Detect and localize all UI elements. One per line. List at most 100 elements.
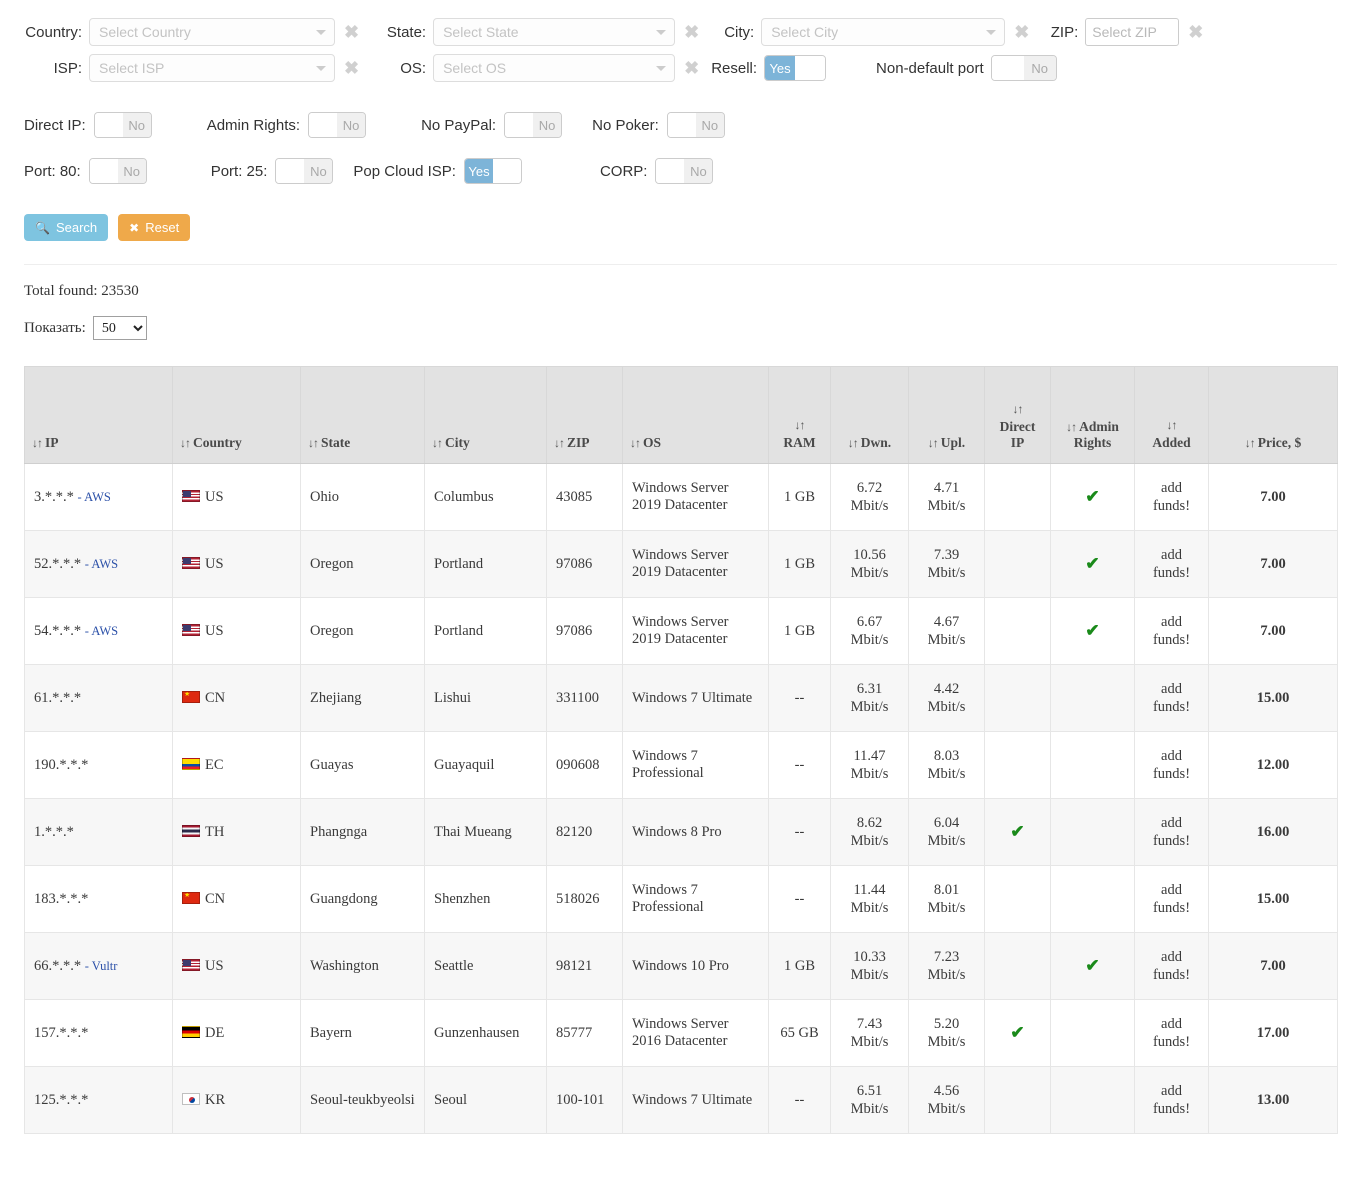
table-row[interactable]: 3.*.*.* - AWS US Ohio Columbus 43085 Windows … [24, 463, 1338, 531]
table-cell-ip[interactable]: 1.*.*.* [24, 798, 173, 866]
column-header-direct-ip[interactable]: ↓↑ Direct IP [984, 366, 1051, 464]
table-cell-added[interactable]: add funds! [1134, 1066, 1209, 1134]
table-cell-ip[interactable]: 183.*.*.* [24, 865, 173, 933]
country-select[interactable]: Select Country [89, 18, 335, 46]
sort-updown-icon: ↓↑ [554, 436, 565, 450]
column-header-city-label: City [445, 435, 470, 450]
pop-cloud-isp-toggle-value: Yes [464, 159, 493, 183]
no-poker-toggle[interactable]: No [666, 112, 725, 138]
sort-updown-icon: ↓↑ [432, 436, 443, 450]
toggle-direct-ip: Direct IP: No [24, 112, 152, 138]
table-cell-added[interactable]: add funds! [1134, 731, 1209, 799]
column-header-upl[interactable]: ↓↑ Upl. [908, 366, 985, 464]
table-cell-ip[interactable]: 3.*.*.* - AWS [24, 463, 173, 531]
table-cell-ip[interactable]: 54.*.*.* - AWS [24, 597, 173, 665]
os-select[interactable]: Select OS [433, 54, 676, 82]
table-cell-ip[interactable]: 125.*.*.* [24, 1066, 173, 1134]
column-header-state[interactable]: ↓↑ State [300, 366, 425, 464]
table-cell-added[interactable]: add funds! [1134, 664, 1209, 732]
resell-toggle[interactable]: Yes [764, 55, 827, 81]
column-header-ram[interactable]: ↓↑ RAM [768, 366, 831, 464]
table-row[interactable]: 157.*.*.* DE Bayern Gunzenhausen 85777 Window… [24, 999, 1338, 1067]
nondefault-port-toggle[interactable]: No [990, 55, 1057, 81]
reset-button[interactable]: ✖ Reset [118, 214, 191, 241]
zip-input[interactable] [1085, 18, 1180, 46]
table-cell-added[interactable]: add funds! [1134, 530, 1209, 598]
table-row[interactable]: 66.*.*.* - Vultr US Washington Seattle 98121… [24, 932, 1338, 1000]
table-cell-ip[interactable]: 66.*.*.* - Vultr [24, 932, 173, 1000]
column-header-added-label: Added [1152, 435, 1191, 450]
table-cell-zip: 331100 [546, 664, 623, 732]
filter-city: City: Select City ✖ [706, 18, 1036, 46]
column-header-country[interactable]: ↓↑ Country [172, 366, 301, 464]
table-row[interactable]: 61.*.*.* CN ZhejiangLishui331100Windows 7 … [24, 664, 1338, 732]
column-header-country-label: Country [193, 435, 242, 450]
page-size-select[interactable]: 50 [92, 316, 147, 340]
state-select[interactable]: Select State [433, 18, 676, 46]
table-cell-added[interactable]: add funds! [1134, 865, 1209, 933]
table-cell-country-code: EC [205, 756, 224, 773]
table-row[interactable]: 54.*.*.* - AWS US Oregon Portland 97086 Windo… [24, 597, 1338, 665]
filter-nondefault-port: Non-default port No [876, 55, 1057, 81]
column-header-os[interactable]: ↓↑ OS [622, 366, 769, 464]
page-size-control: Показать: 50 [24, 316, 1361, 340]
table-cell-added[interactable]: add funds! [1134, 999, 1209, 1067]
table-cell-country: KR [172, 1066, 301, 1134]
filter-row-isp-os: ISP: Select ISP ✖ OS: Select OS ✖ Resell… [0, 50, 1361, 86]
city-select-placeholder: Select City [771, 24, 839, 40]
search-button[interactable]: 🔍 Search [24, 214, 109, 241]
direct-ip-toggle[interactable]: No [93, 112, 152, 138]
table-cell-os: Windows 10 Pro [622, 932, 769, 1000]
table-cell-added[interactable]: add funds! [1134, 463, 1209, 531]
nondefault-port-toggle-value: No [1023, 56, 1056, 80]
table-cell-added[interactable]: add funds! [1134, 932, 1209, 1000]
city-clear-icon[interactable]: ✖ [1014, 23, 1029, 41]
table-cell-country-code: CN [205, 890, 226, 907]
table-cell-city: Columbus [424, 463, 547, 531]
isp-clear-icon[interactable]: ✖ [344, 59, 359, 77]
column-header-city[interactable]: ↓↑ City [424, 366, 547, 464]
table-cell-dwn: 6.31 Mbit/s [830, 664, 909, 732]
table-cell-added[interactable]: add funds! [1134, 798, 1209, 866]
table-row[interactable]: 125.*.*.* KR Seoul-teukbyeolsi Seoul 100-101… [24, 1066, 1338, 1134]
isp-select[interactable]: Select ISP [89, 54, 335, 82]
column-header-price[interactable]: ↓↑ Price, $ [1208, 366, 1338, 464]
port-25-toggle[interactable]: No [275, 158, 334, 184]
table-cell-direct-ip [984, 731, 1051, 799]
sort-updown-icon: ↓↑ [847, 436, 859, 450]
country-clear-icon[interactable]: ✖ [344, 23, 359, 41]
column-header-admin-rights-label: Admin Rights [1073, 418, 1119, 450]
table-cell-ip[interactable]: 52.*.*.* - AWS [24, 530, 173, 598]
admin-rights-toggle[interactable]: No [308, 112, 367, 138]
table-cell-dwn: 6.72 Mbit/s [830, 463, 909, 531]
table-cell-ip[interactable]: 61.*.*.* [24, 664, 173, 732]
column-header-added[interactable]: ↓↑ Added [1134, 366, 1209, 464]
column-header-zip[interactable]: ↓↑ ZIP [546, 366, 623, 464]
table-cell-os: Windows 7 Professional [622, 865, 769, 933]
table-cell-added[interactable]: add funds! [1134, 597, 1209, 665]
no-paypal-toggle[interactable]: No [504, 112, 563, 138]
port-80-toggle[interactable]: No [88, 158, 147, 184]
table-cell-ip[interactable]: 157.*.*.* [24, 999, 173, 1067]
zip-clear-icon[interactable]: ✖ [1188, 23, 1203, 41]
state-clear-icon[interactable]: ✖ [684, 23, 699, 41]
table-cell-ip[interactable]: 190.*.*.* [24, 731, 173, 799]
table-cell-os: Windows 8 Pro [622, 798, 769, 866]
corp-toggle[interactable]: No [655, 158, 714, 184]
table-row[interactable]: 52.*.*.* - AWS US Oregon Portland 97086 Windo… [24, 530, 1338, 598]
column-header-admin-rights[interactable]: ↓↑ Admin Rights [1050, 366, 1135, 464]
page-root: Country: Select Country ✖ State: Select … [0, 0, 1361, 1134]
sort-updown-icon: ↓↑ [180, 436, 191, 450]
table-cell-direct-ip: ✔ [984, 999, 1051, 1067]
sort-updown-icon: ↓↑ [1012, 401, 1024, 416]
column-header-dwn[interactable]: ↓↑ Dwn. [830, 366, 909, 464]
pop-cloud-isp-toggle[interactable]: Yes [463, 158, 522, 184]
table-cell-admin-rights: ✔ [1050, 597, 1135, 665]
column-header-ip[interactable]: ↓↑ IP [24, 366, 173, 464]
table-row[interactable]: 183.*.*.* CN GuangdongShenzhen518026Window… [24, 865, 1338, 933]
city-select[interactable]: Select City [761, 18, 1006, 46]
table-row[interactable]: 190.*.*.* EC Guayas Guayaquil 090608 Windows … [24, 731, 1338, 799]
os-clear-icon[interactable]: ✖ [684, 59, 699, 77]
column-header-state-label: State [321, 435, 351, 450]
table-row[interactable]: 1.*.*.* TH Phangnga Thai Mueang 82120 Windows… [24, 798, 1338, 866]
